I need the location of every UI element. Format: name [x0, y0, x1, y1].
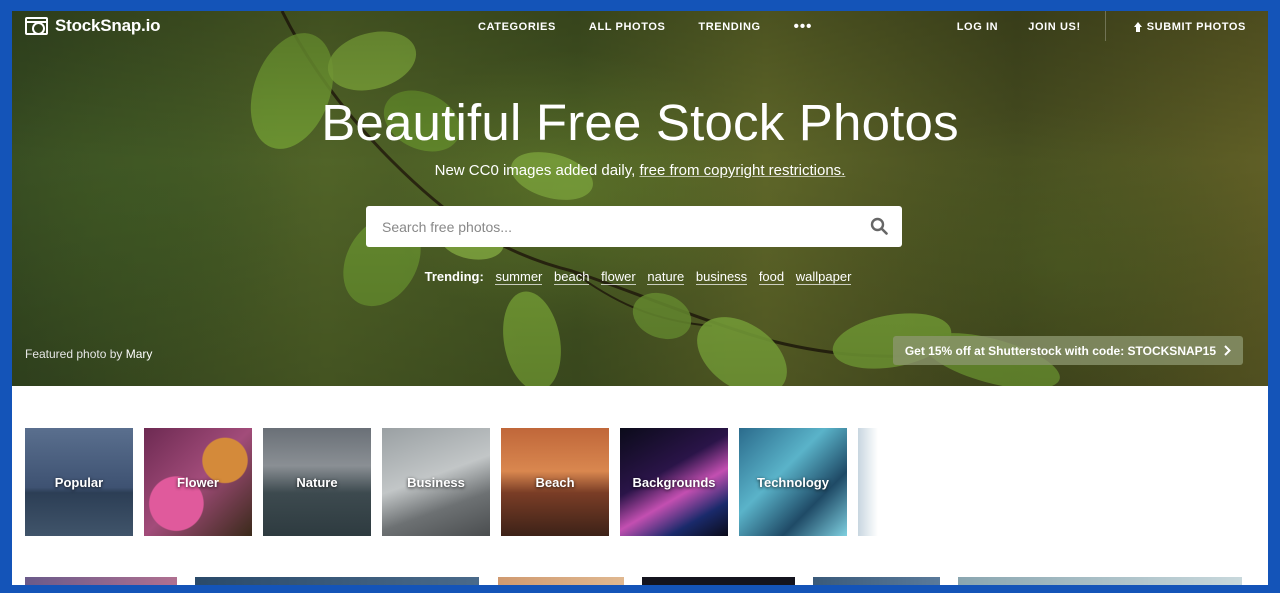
trending-tag[interactable]: business	[695, 269, 748, 285]
category-label: Technology	[757, 474, 829, 490]
nav-trending[interactable]: TRENDING	[698, 21, 760, 33]
search-icon[interactable]	[870, 217, 888, 235]
category-business[interactable]: Business	[382, 428, 490, 536]
category-next-partial	[858, 428, 878, 536]
camera-logo-icon	[25, 17, 48, 35]
hero-subtitle: New CC0 images added daily, free from co…	[12, 162, 1268, 179]
photo-thumb-partial[interactable]	[642, 577, 795, 585]
trending-tag[interactable]: flower	[601, 269, 636, 285]
subtitle-text: New CC0 images added daily,	[434, 162, 640, 179]
hero-banner: StockSnap.io CATEGORIES ALL PHOTOS TREND…	[12, 11, 1268, 386]
top-navigation: StockSnap.io CATEGORIES ALL PHOTOS TREND…	[12, 11, 1268, 44]
copyright-link[interactable]: free from copyright restrictions.	[639, 162, 845, 179]
main-nav: CATEGORIES ALL PHOTOS TRENDING •••	[478, 19, 813, 34]
hero-title: Beautiful Free Stock Photos	[321, 94, 959, 151]
promo-label: Get 15% off at Shutterstock with code: S…	[904, 343, 1216, 358]
category-label: Popular	[54, 474, 104, 490]
trending-tag[interactable]: food	[758, 269, 785, 285]
nav-categories[interactable]: CATEGORIES	[478, 21, 556, 33]
submit-photos-label: SUBMIT PHOTOS	[1146, 21, 1246, 33]
search-bar	[366, 206, 902, 247]
chevron-right-icon	[1224, 345, 1231, 356]
nav-all-photos[interactable]: ALL PHOTOS	[589, 21, 666, 33]
category-technology[interactable]: Technology	[739, 428, 847, 536]
submit-photos-button[interactable]: SUBMIT PHOTOS	[1111, 21, 1246, 33]
nav-divider	[1104, 11, 1106, 41]
brand-name: StockSnap.io	[55, 16, 161, 35]
featured-credit: Featured photo by Mary	[25, 347, 152, 361]
featured-author-link[interactable]: Mary	[126, 347, 153, 361]
nav-join[interactable]: JOIN US!	[1028, 21, 1080, 33]
trending-tag[interactable]: summer	[495, 269, 543, 285]
trending-label: Trending:	[424, 269, 484, 284]
trending-tag[interactable]: nature	[647, 269, 685, 285]
photo-thumb-partial[interactable]	[195, 577, 479, 585]
photo-thumb-partial[interactable]	[813, 577, 940, 585]
category-label: Flower	[177, 474, 219, 490]
search-input[interactable]	[382, 206, 852, 247]
shutterstock-promo-button[interactable]: Get 15% off at Shutterstock with code: S…	[892, 336, 1243, 365]
nav-login[interactable]: LOG IN	[957, 21, 999, 33]
trending-tags: Trending: summer beach flower nature bus…	[12, 269, 1268, 285]
photo-thumb-partial[interactable]	[25, 577, 177, 585]
browser-frame: StockSnap.io CATEGORIES ALL PHOTOS TREND…	[12, 11, 1268, 585]
category-popular[interactable]: Popular	[25, 428, 133, 536]
category-backgrounds[interactable]: Backgrounds	[620, 428, 728, 536]
photo-thumb-partial[interactable]	[958, 577, 1242, 585]
category-label: Backgrounds	[632, 474, 716, 490]
trending-tag[interactable]: wallpaper	[795, 269, 852, 285]
photo-thumb-partial[interactable]	[498, 577, 624, 585]
category-label: Business	[407, 474, 465, 490]
category-nature[interactable]: Nature	[263, 428, 371, 536]
account-nav: LOG IN JOIN US! SUBMIT PHOTOS	[957, 11, 1246, 41]
site-logo[interactable]: StockSnap.io	[25, 16, 160, 36]
upload-icon	[1133, 22, 1143, 32]
hero-overlay	[12, 11, 1268, 386]
more-menu-icon[interactable]: •••	[794, 19, 813, 34]
category-label: Beach	[535, 474, 575, 490]
trending-tag[interactable]: beach	[554, 269, 590, 285]
category-flower[interactable]: Flower	[144, 428, 252, 536]
category-beach[interactable]: Beach	[501, 428, 609, 536]
category-row: Popular Flower Nature Business Beach Bac…	[25, 428, 878, 536]
featured-prefix: Featured photo by	[25, 347, 123, 361]
category-label: Nature	[296, 474, 338, 490]
